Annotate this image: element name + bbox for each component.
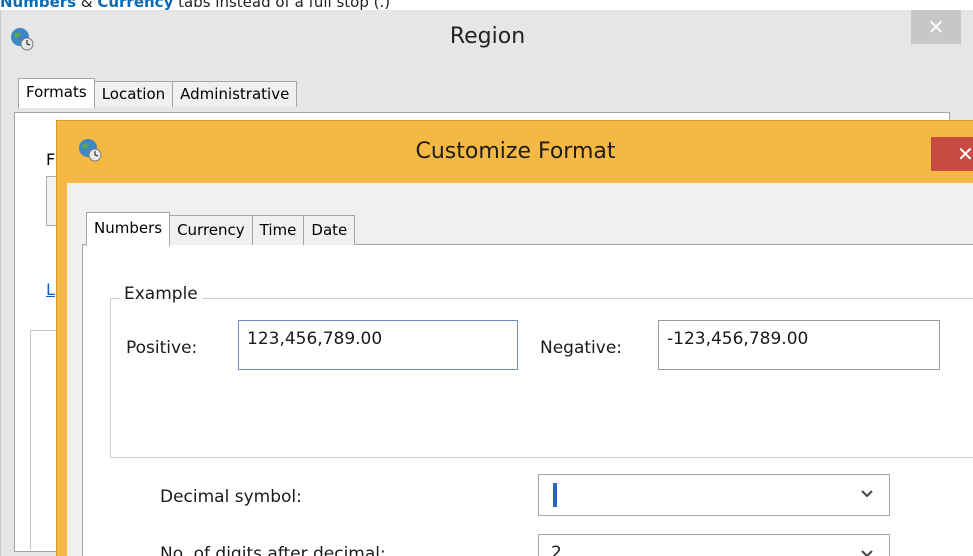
example-legend: Example	[120, 284, 202, 304]
digits-after-decimal-combobox[interactable]: 2	[538, 534, 890, 556]
region-close-button[interactable]: ✕	[911, 10, 961, 44]
positive-label: Positive:	[126, 338, 198, 358]
caption-rest: tabs instead of a full stop (.)	[173, 0, 391, 10]
text-cursor	[553, 483, 557, 507]
region-titlebar[interactable]: Region ✕	[1, 10, 973, 72]
tab-time[interactable]: Time	[251, 215, 305, 245]
customize-format-title: Customize Format	[415, 139, 616, 164]
page-caption: Numbers & Currency tabs instead of a ful…	[0, 0, 973, 10]
tab-formats[interactable]: Formats	[18, 78, 95, 108]
negative-label: Negative:	[540, 338, 623, 358]
decimal-symbol-combobox[interactable]	[538, 474, 890, 516]
tab-numbers[interactable]: Numbers	[86, 212, 171, 246]
language-link-partial[interactable]: L	[46, 280, 55, 299]
decimal-symbol-label: Decimal symbol:	[160, 487, 302, 507]
chevron-down-icon[interactable]	[859, 545, 875, 556]
chevron-down-icon[interactable]	[859, 485, 875, 501]
customize-close-button[interactable]: ✕	[931, 137, 973, 171]
tab-administrative[interactable]: Administrative	[172, 81, 298, 107]
format-label-partial: F	[46, 150, 56, 169]
digits-after-decimal-value: 2	[551, 543, 562, 556]
customize-tabbar: Numbers Currency Time Date	[86, 212, 356, 246]
region-tabbar: Formats Location Administrative	[18, 78, 298, 108]
customize-format-titlebar[interactable]: Customize Format ✕	[57, 121, 973, 181]
caption-highlight-currency: Currency	[97, 0, 174, 10]
tab-currency[interactable]: Currency	[169, 215, 253, 245]
tab-date[interactable]: Date	[303, 215, 356, 245]
negative-example-field: -123,456,789.00	[658, 320, 940, 370]
positive-example-field: 123,456,789.00	[238, 320, 518, 370]
caption-connector: &	[76, 0, 98, 10]
digits-after-decimal-label: No. of digits after decimal:	[160, 544, 386, 556]
region-window-title: Region	[449, 24, 526, 49]
tab-location[interactable]: Location	[93, 81, 174, 107]
caption-highlight-numbers: Numbers	[0, 0, 77, 10]
